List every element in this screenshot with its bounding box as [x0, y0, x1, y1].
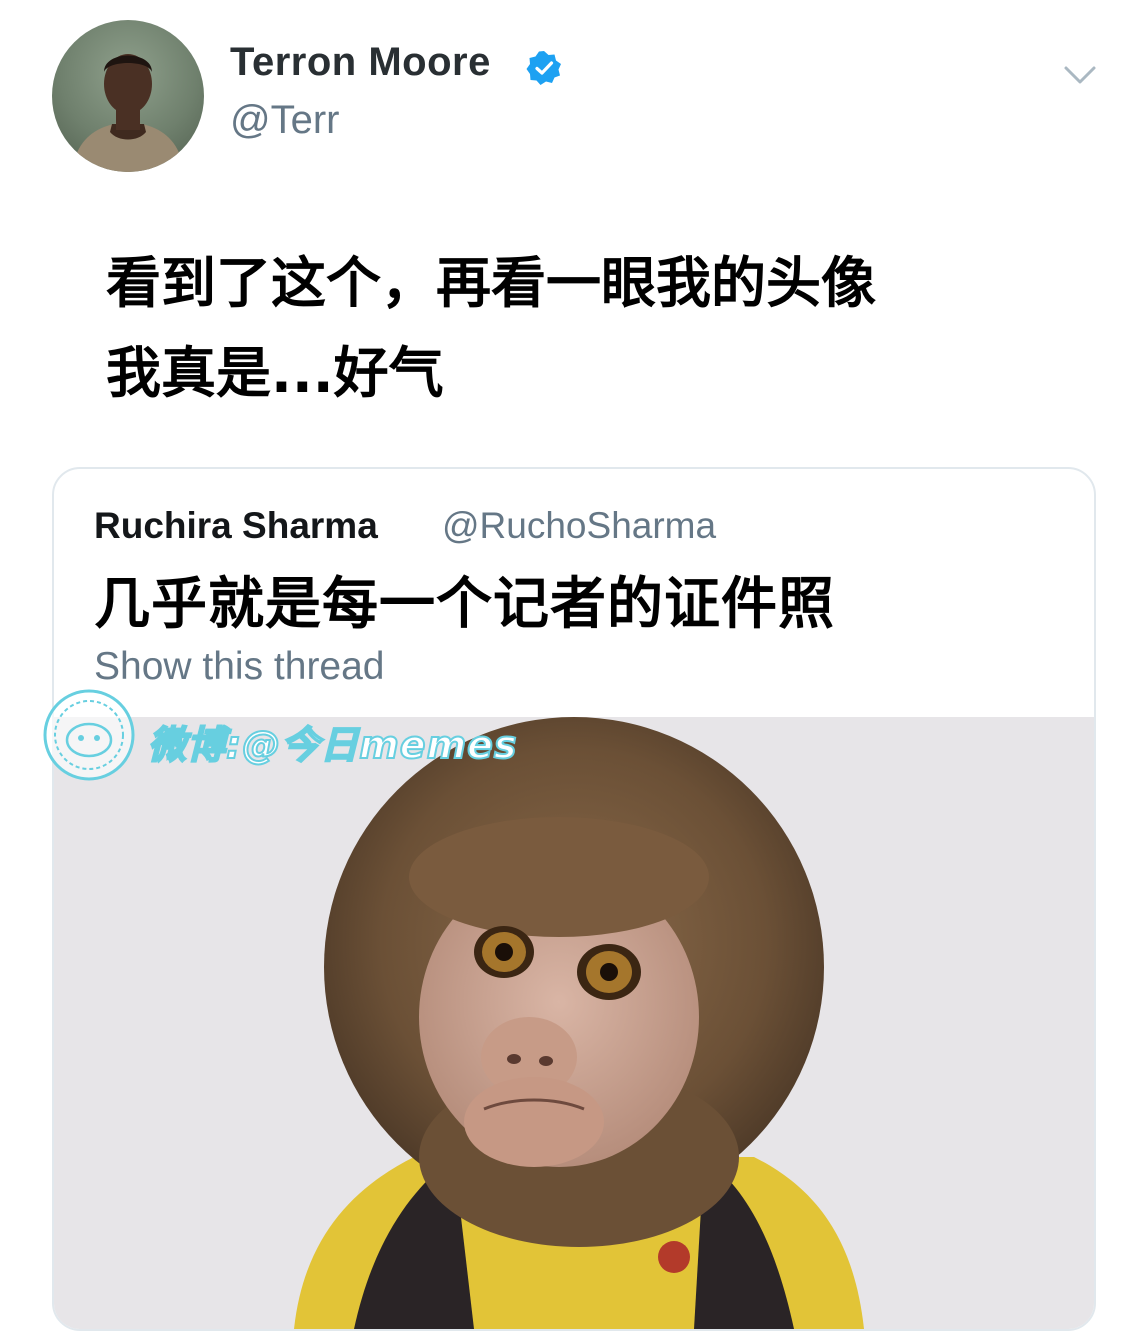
- author-handle[interactable]: @Terr: [230, 98, 340, 143]
- author-name[interactable]: Terron Moore: [230, 40, 491, 85]
- verified-badge-icon: [526, 51, 561, 85]
- quoted-tweet-image[interactable]: [54, 717, 1094, 1329]
- author-avatar[interactable]: [52, 20, 204, 172]
- chevron-down-icon[interactable]: [1060, 60, 1100, 88]
- show-thread-link[interactable]: Show this thread: [94, 645, 385, 689]
- tweet-header: Terron Moore @Terr: [52, 20, 1112, 180]
- tweet-text: 看到了这个，再看一眼我的头像 我真是...好气: [106, 251, 877, 405]
- quoted-author-handle: @RuchoSharma: [442, 505, 717, 546]
- quoted-tweet-text: 几乎就是每一个记者的证件照: [94, 572, 835, 637]
- avatar-portrait: [72, 54, 184, 172]
- quoted-tweet-card[interactable]: Ruchira Sharma @RuchoSharma 几乎就是每一个记者的证件…: [52, 467, 1096, 1331]
- quoted-author-name: Ruchira Sharma: [94, 505, 378, 546]
- monkey-photo: [294, 717, 864, 1329]
